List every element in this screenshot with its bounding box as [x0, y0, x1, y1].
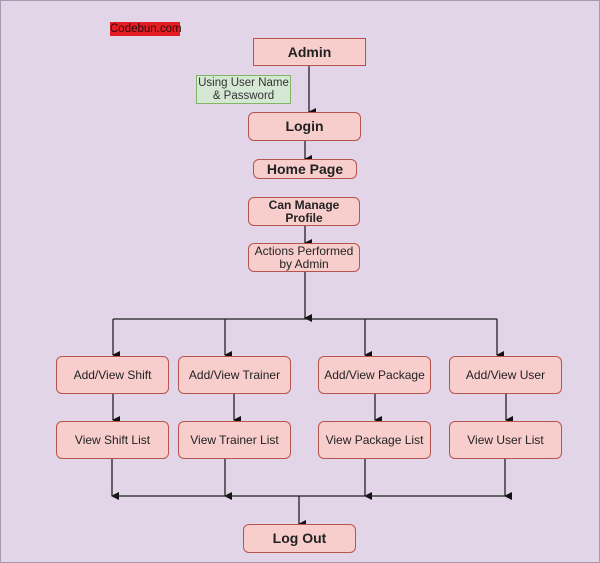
- watermark: Codebun.com: [110, 22, 182, 36]
- node-admin-actions: Actions Performed by Admin: [248, 243, 360, 272]
- node-manage-profile: Can Manage Profile: [248, 197, 360, 226]
- node-add-view-trainer: Add/View Trainer: [178, 356, 291, 394]
- node-add-view-shift: Add/View Shift: [56, 356, 169, 394]
- node-add-view-package: Add/View Package: [318, 356, 431, 394]
- node-view-user-list: View User List: [449, 421, 562, 459]
- node-admin: Admin: [253, 38, 366, 66]
- node-log-out: Log Out: [243, 524, 356, 553]
- node-view-shift-list: View Shift List: [56, 421, 169, 459]
- node-add-view-user: Add/View User: [449, 356, 562, 394]
- node-view-package-list: View Package List: [318, 421, 431, 459]
- note-login-credentials: Using User Name & Password: [196, 75, 291, 104]
- connectors: [111, 65, 513, 528]
- node-home-page: Home Page: [253, 159, 357, 179]
- node-view-trainer-list: View Trainer List: [178, 421, 291, 459]
- node-login: Login: [248, 112, 361, 141]
